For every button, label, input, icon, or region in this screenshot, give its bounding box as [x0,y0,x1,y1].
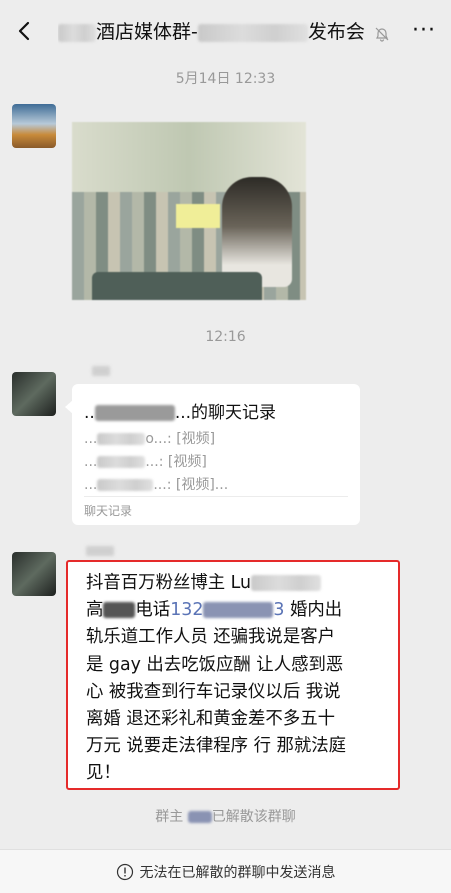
chat-record-label: 聊天记录 [84,504,133,518]
redacted-text [203,602,274,619]
system-notice: 群主 已解散该群聊 [155,809,296,825]
bell-off-icon [375,27,389,42]
redacted-text [103,602,136,619]
timestamp: 5月14日 12:33 [175,71,276,87]
chat-record-title: .. ...的聊天记录 [84,403,277,423]
chat-header: 酒店媒体群- 发布会 ··· [0,0,451,62]
message-text: 抖音百万粉丝博主 Lu 高电话132 3 婚内出 轨乐道工作人员 还骗我说是客户 … [86,573,347,784]
disabled-message: 无法在已解散的群聊中发送消息 [139,865,336,881]
image-message[interactable] [72,122,306,300]
input-disabled-bar: 无法在已解散的群聊中发送消息 [0,849,451,893]
sender-name [92,366,110,376]
chat-title: 酒店媒体群- 发布会 [58,18,378,46]
chat-record-line: ......: [视频]... [84,477,229,493]
chat-record-line: ... o...: [视频] [84,431,216,447]
redacted-text [97,433,146,445]
chat-record-line: ......: [视频] [84,454,207,470]
redacted-text [251,575,322,591]
avatar[interactable] [12,104,56,148]
redacted-text [97,479,154,491]
redacted-text [97,456,146,468]
chevron-left-icon[interactable] [14,20,36,42]
more-options-button[interactable]: ··· [412,20,438,42]
redacted-text [58,23,96,42]
chat-record-card[interactable]: .. ...的聊天记录 ... o...: [视频] ......: [视频] ..… [65,384,360,525]
timestamp: 12:16 [205,329,246,345]
info-icon [116,863,133,880]
avatar[interactable] [12,552,56,596]
redacted-text [94,405,175,421]
avatar[interactable] [12,372,56,416]
phone-link[interactable]: 132 [170,600,203,620]
sender-name [86,546,114,556]
redacted-text [187,811,212,823]
redacted-text [197,23,308,42]
